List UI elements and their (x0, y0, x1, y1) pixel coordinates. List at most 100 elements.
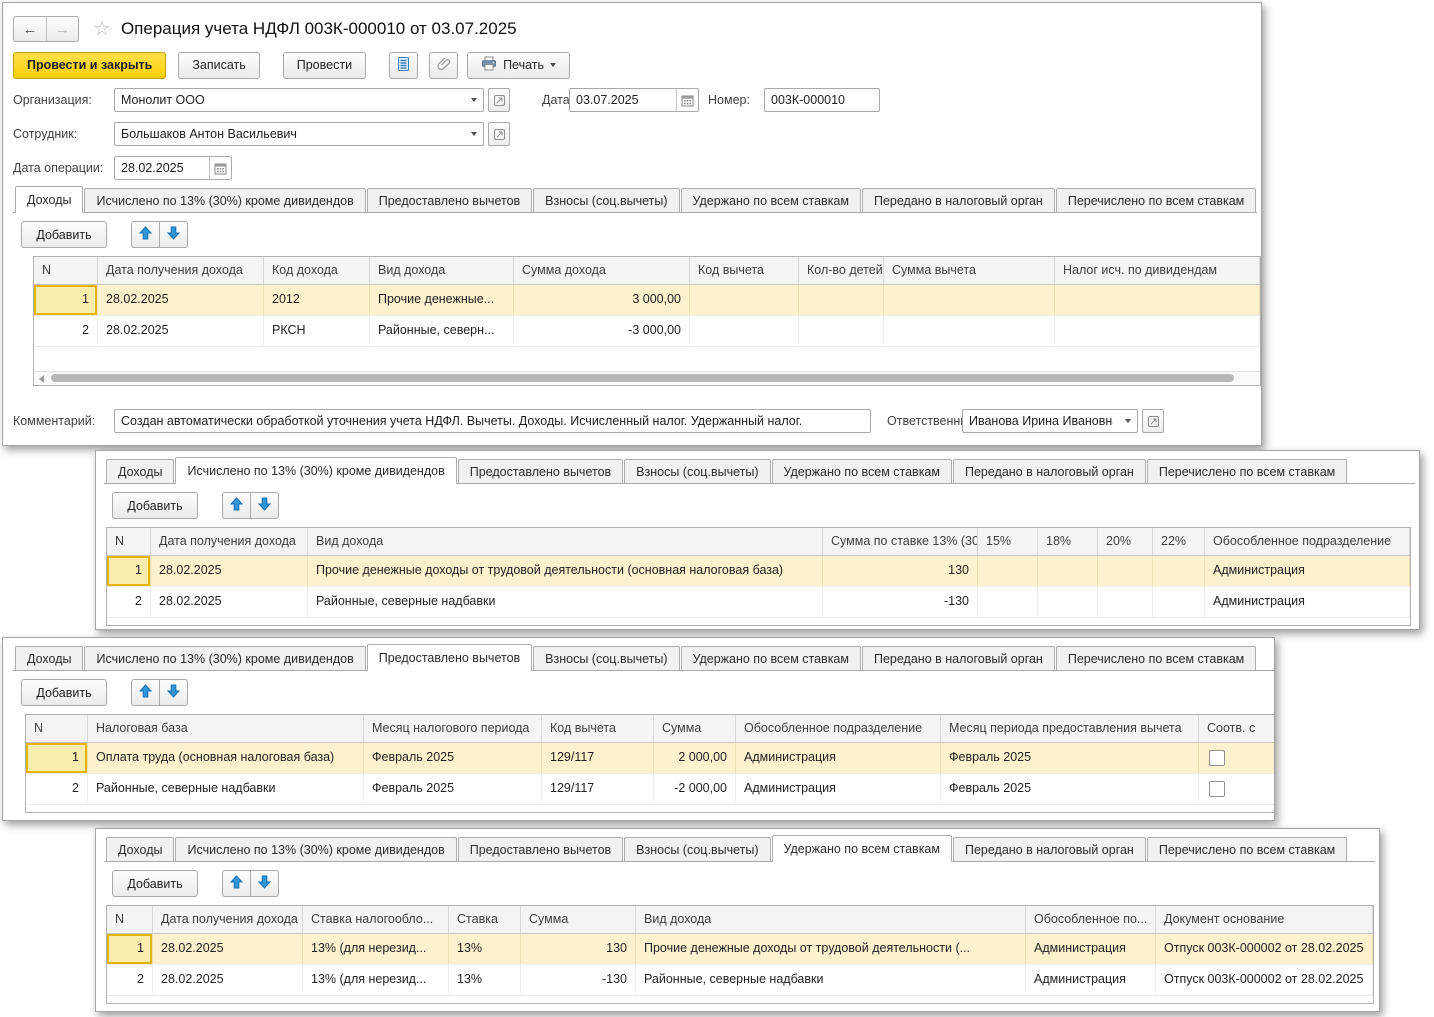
cell[interactable]: 130 (521, 934, 636, 964)
column-header[interactable]: Месяц налогового периода (364, 715, 542, 742)
cell[interactable]: Февраль 2025 (941, 774, 1199, 804)
column-header[interactable]: Вид дохода (636, 906, 1026, 933)
move-up-button[interactable] (222, 870, 251, 897)
tab-remitted-all-rates[interactable]: Перечислено по всем ставкам (1146, 837, 1348, 861)
tab-contributions-social[interactable]: Взносы (соц.вычеты) (624, 459, 771, 483)
cell[interactable] (978, 556, 1038, 586)
cell[interactable] (799, 316, 884, 346)
tab-withheld-all-rates[interactable]: Удержано по всем ставкам (680, 188, 861, 212)
cell[interactable]: Прочие денежные доходы от трудовой деяте… (636, 934, 1026, 964)
table-row[interactable]: 1 28.02.2025 13% (для нерезид... 13% 130 Проч… (107, 934, 1373, 965)
tab-transferred-to-tax-authority[interactable]: Передано в налоговый орган (952, 837, 1146, 861)
add-row-button[interactable]: Добавить (21, 221, 107, 248)
add-row-button[interactable]: Добавить (112, 870, 198, 897)
add-row-button[interactable]: Добавить (21, 679, 107, 706)
move-down-button[interactable] (159, 221, 188, 248)
column-header[interactable]: Сумма вычета (884, 257, 1055, 284)
column-header[interactable]: 20% (1098, 528, 1153, 555)
cell[interactable]: Администрация (1026, 934, 1156, 964)
cell[interactable]: Администрация (1205, 556, 1410, 586)
back-button[interactable]: ← (14, 17, 46, 41)
date-calendar-icon[interactable] (676, 89, 698, 111)
cell[interactable]: 13% (для нерезид... (303, 965, 449, 995)
cell[interactable] (1038, 556, 1098, 586)
column-header[interactable]: Дата получения дохода (153, 906, 303, 933)
tab-withheld-all-rates[interactable]: Удержано по всем ставкам (680, 646, 861, 670)
move-down-button[interactable] (159, 679, 188, 706)
column-header[interactable]: Вид дохода (308, 528, 823, 555)
column-header[interactable]: Соотв. с (1199, 715, 1274, 742)
cell[interactable]: 28.02.2025 (153, 965, 303, 995)
cell[interactable]: Администрация (1026, 965, 1156, 995)
cell[interactable] (1153, 587, 1205, 617)
cell[interactable]: 28.02.2025 (151, 587, 308, 617)
column-header[interactable]: Документ основание (1156, 906, 1373, 933)
employee-dropdown-arrow-icon[interactable] (465, 123, 483, 145)
organization-input[interactable] (115, 89, 465, 111)
column-header[interactable]: Налог исч. по дивидендам (1055, 257, 1260, 284)
number-input[interactable] (765, 89, 879, 111)
cell[interactable]: Февраль 2025 (364, 743, 542, 773)
cell[interactable]: -130 (521, 965, 636, 995)
cell[interactable]: 129/117 (542, 774, 654, 804)
cell[interactable]: Прочие денежные... (370, 285, 514, 315)
scrollbar-thumb[interactable] (51, 374, 1234, 382)
post-and-close-button[interactable]: Провести и закрыть (13, 51, 167, 79)
table-row[interactable]: 1 28.02.2025 Прочие денежные доходы от тру… (107, 556, 1410, 587)
cell[interactable] (884, 285, 1055, 315)
table-row[interactable]: 1 Оплата труда (основная налоговая база) Ф… (26, 743, 1274, 774)
forward-button[interactable]: → (46, 17, 78, 41)
tab-remitted-all-rates[interactable]: Перечислено по всем ставкам (1055, 188, 1257, 212)
cell[interactable] (1098, 587, 1153, 617)
column-header[interactable]: Месяц периода предоставления вычета (941, 715, 1199, 742)
cell[interactable]: 1 (107, 556, 151, 586)
tab-transferred-to-tax-authority[interactable]: Передано в налоговый орган (861, 646, 1055, 670)
cell[interactable]: Администрация (1205, 587, 1410, 617)
tab-transferred-to-tax-authority[interactable]: Передано в налоговый орган (952, 459, 1146, 483)
cell[interactable]: 2 (107, 965, 153, 995)
cell[interactable]: 13% (для нерезид... (303, 934, 449, 964)
cell[interactable]: 2 (34, 316, 98, 346)
tab-incomes[interactable]: Доходы (106, 837, 175, 861)
column-header[interactable]: Код вычета (690, 257, 799, 284)
cell[interactable]: 2 (107, 587, 151, 617)
tab-contributions-social[interactable]: Взносы (соц.вычеты) (533, 646, 680, 670)
save-button[interactable]: Записать (178, 51, 260, 79)
column-header[interactable]: Дата получения дохода (98, 257, 264, 284)
column-header[interactable]: Код вычета (542, 715, 654, 742)
comment-input[interactable] (115, 410, 870, 432)
table-row[interactable]: 1 28.02.2025 2012 Прочие денежные... 3 000,0… (34, 285, 1260, 316)
cell[interactable]: Февраль 2025 (364, 774, 542, 804)
cell[interactable] (690, 316, 799, 346)
cell[interactable]: 28.02.2025 (153, 934, 303, 964)
column-header[interactable]: N (107, 906, 153, 933)
tab-withheld-all-rates[interactable]: Удержано по всем ставкам (771, 835, 952, 862)
cell[interactable]: -3 000,00 (514, 316, 690, 346)
tab-incomes[interactable]: Доходы (15, 186, 84, 213)
cell[interactable] (884, 316, 1055, 346)
table-row[interactable]: 2 28.02.2025 Районные, северные надбавки -1… (107, 587, 1410, 618)
cell[interactable] (1199, 743, 1274, 773)
cell[interactable]: 3 000,00 (514, 285, 690, 315)
tab-contributions-social[interactable]: Взносы (соц.вычеты) (624, 837, 771, 861)
tab-computed-13-except-dividends[interactable]: Исчислено по 13% (30%) кроме дивидендов (175, 837, 457, 861)
move-down-button[interactable] (250, 870, 279, 897)
tab-incomes[interactable]: Доходы (106, 459, 175, 483)
date-input[interactable] (570, 89, 676, 111)
column-header[interactable]: Ставка налогообло... (303, 906, 449, 933)
cell[interactable]: Отпуск 003К-000002 от 28.02.2025 (1156, 934, 1373, 964)
tab-transferred-to-tax-authority[interactable]: Передано в налоговый орган (861, 188, 1055, 212)
tab-remitted-all-rates[interactable]: Перечислено по всем ставкам (1055, 646, 1257, 670)
table-row[interactable]: 2 28.02.2025 13% (для нерезид... 13% -130 Рай… (107, 965, 1373, 996)
cell[interactable]: 13% (449, 934, 521, 964)
cell[interactable] (978, 587, 1038, 617)
post-button[interactable]: Провести (282, 51, 367, 79)
column-header[interactable]: N (107, 528, 151, 555)
tab-deductions-provided[interactable]: Предоставлено вычетов (457, 837, 624, 861)
add-row-button[interactable]: Добавить (112, 492, 198, 519)
move-up-button[interactable] (131, 221, 160, 248)
cell[interactable] (1199, 774, 1274, 804)
cell[interactable] (1055, 316, 1260, 346)
cell[interactable]: Отпуск 003К-000002 от 28.02.2025 (1156, 965, 1373, 995)
row-checkbox[interactable] (1209, 750, 1225, 766)
